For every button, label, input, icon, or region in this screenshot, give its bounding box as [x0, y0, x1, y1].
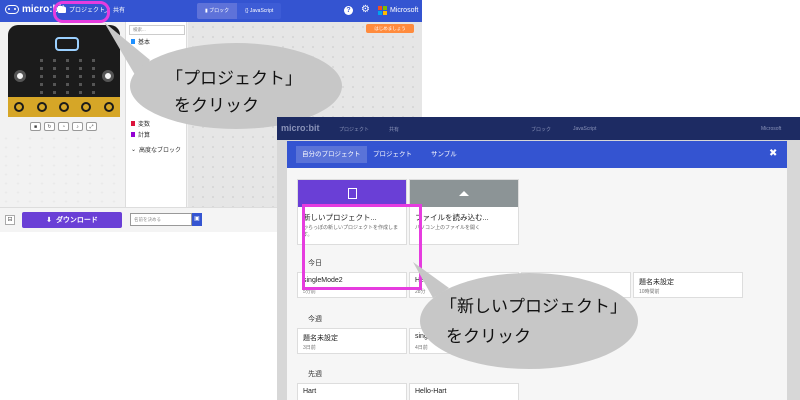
restart-icon[interactable]: ↻ — [44, 122, 55, 131]
dimmed-microsoft: Microsoft — [761, 126, 782, 132]
stop-icon[interactable]: ■ — [30, 122, 41, 131]
getting-started-button[interactable]: はじめましょう — [366, 24, 414, 33]
new-project-header — [298, 180, 406, 207]
import-file-header — [410, 180, 518, 207]
save-icon[interactable]: ▣ — [192, 213, 202, 226]
toolbox-item-advanced[interactable]: ⌄ 高度なブロック — [131, 145, 181, 154]
download-icon: ⬇ — [46, 217, 52, 224]
microsoft-logo-icon — [377, 5, 387, 15]
callout1-line1: 「プロジェクト」 — [166, 69, 302, 88]
chevron-down-icon: ⌄ — [131, 147, 137, 153]
download-button[interactable]: ⬇ ダウンロード — [22, 212, 122, 228]
dimmed-share: 共有 — [389, 127, 400, 133]
tutorial-composite: micro:bit プロジェクト ⤴ 共有 ▮ ブロック {} JavaScri… — [0, 0, 800, 400]
project-card[interactable]: Hart — [297, 383, 407, 400]
callout2-line2: をクリック — [446, 327, 531, 346]
dimmed-javascript: JavaScript — [573, 126, 597, 132]
new-file-icon — [347, 188, 357, 199]
background-pattern — [0, 134, 124, 206]
upload-icon — [459, 191, 469, 196]
microbit-logo-icon — [5, 5, 19, 14]
simulator-logo-icon — [55, 37, 79, 51]
microsoft-label: Microsoft — [389, 6, 419, 14]
mute-icon[interactable]: ♪ — [72, 122, 83, 131]
toolbox-item-variables[interactable]: 変数 — [131, 119, 150, 128]
simulator-button-a[interactable] — [14, 70, 26, 82]
led-matrix — [40, 59, 100, 94]
slow-mo-icon[interactable]: ◔ — [58, 122, 69, 131]
dimmed-projects: プロジェクト — [339, 127, 370, 133]
project-card[interactable]: Hello-Hart — [409, 383, 519, 400]
callout1-line2: をクリック — [174, 96, 259, 115]
dialog-header: 自分のプロジェクト プロジェクト サンプル ✖ — [287, 141, 787, 168]
dimmed-blocks: ブロック — [531, 127, 552, 133]
javascript-tab[interactable]: {} JavaScript — [237, 3, 282, 19]
share-label: 共有 — [113, 8, 126, 14]
fullscreen-icon[interactable]: ⤢ — [86, 122, 97, 131]
callout-bubble-2 — [420, 273, 638, 369]
section-this-week: 今週 — [308, 316, 322, 323]
tab-projects[interactable]: プロジェクト — [367, 146, 418, 163]
new-project-highlight — [302, 204, 422, 290]
project-card[interactable]: 題名未設定 3日前 — [297, 328, 407, 354]
editor-mode-toggle: ▮ ブロック {} JavaScript — [197, 3, 282, 19]
section-last-week: 先週 — [308, 371, 322, 378]
toolbox-item-math[interactable]: 計算 — [131, 130, 150, 139]
dimmed-menu-bar: micro:bit プロジェクト 共有 ブロック JavaScript Micr… — [277, 117, 800, 140]
project-name-input[interactable]: 名前を決める — [130, 213, 192, 226]
project-card[interactable]: 題名未設定 10時間前 — [633, 272, 743, 298]
dimmed-logo: micro:bit — [281, 123, 320, 133]
blocks-tab[interactable]: ▮ ブロック — [197, 3, 238, 19]
help-icon[interactable]: ? — [344, 5, 353, 15]
projects-highlight — [53, 1, 110, 23]
edge-connector-pins[interactable] — [8, 97, 120, 117]
menu-right-icons: ? ⚙ Microsoft — [344, 5, 418, 15]
collapse-simulator-icon[interactable]: ⊟ — [5, 215, 15, 225]
tab-samples[interactable]: サンプル — [425, 146, 463, 163]
category-swatch — [131, 121, 135, 126]
import-file-title: ファイルを読み込む... — [415, 213, 489, 222]
close-icon[interactable]: ✖ — [769, 148, 777, 159]
download-label: ダウンロード — [55, 217, 98, 224]
import-file-card[interactable]: ファイルを読み込む... パソコン上のファイルを開く — [409, 179, 519, 245]
import-file-desc: パソコン上のファイルを開く — [415, 225, 481, 231]
callout2-line1: 「新しいプロジェクト」 — [440, 297, 627, 316]
gear-icon[interactable]: ⚙ — [361, 5, 370, 15]
category-swatch — [131, 132, 135, 137]
simulator-controls: ■ ↻ ◔ ♪ ⤢ — [30, 122, 97, 131]
tab-my-projects[interactable]: 自分のプロジェクト — [296, 146, 367, 163]
microsoft-link[interactable]: Microsoft — [377, 5, 419, 15]
